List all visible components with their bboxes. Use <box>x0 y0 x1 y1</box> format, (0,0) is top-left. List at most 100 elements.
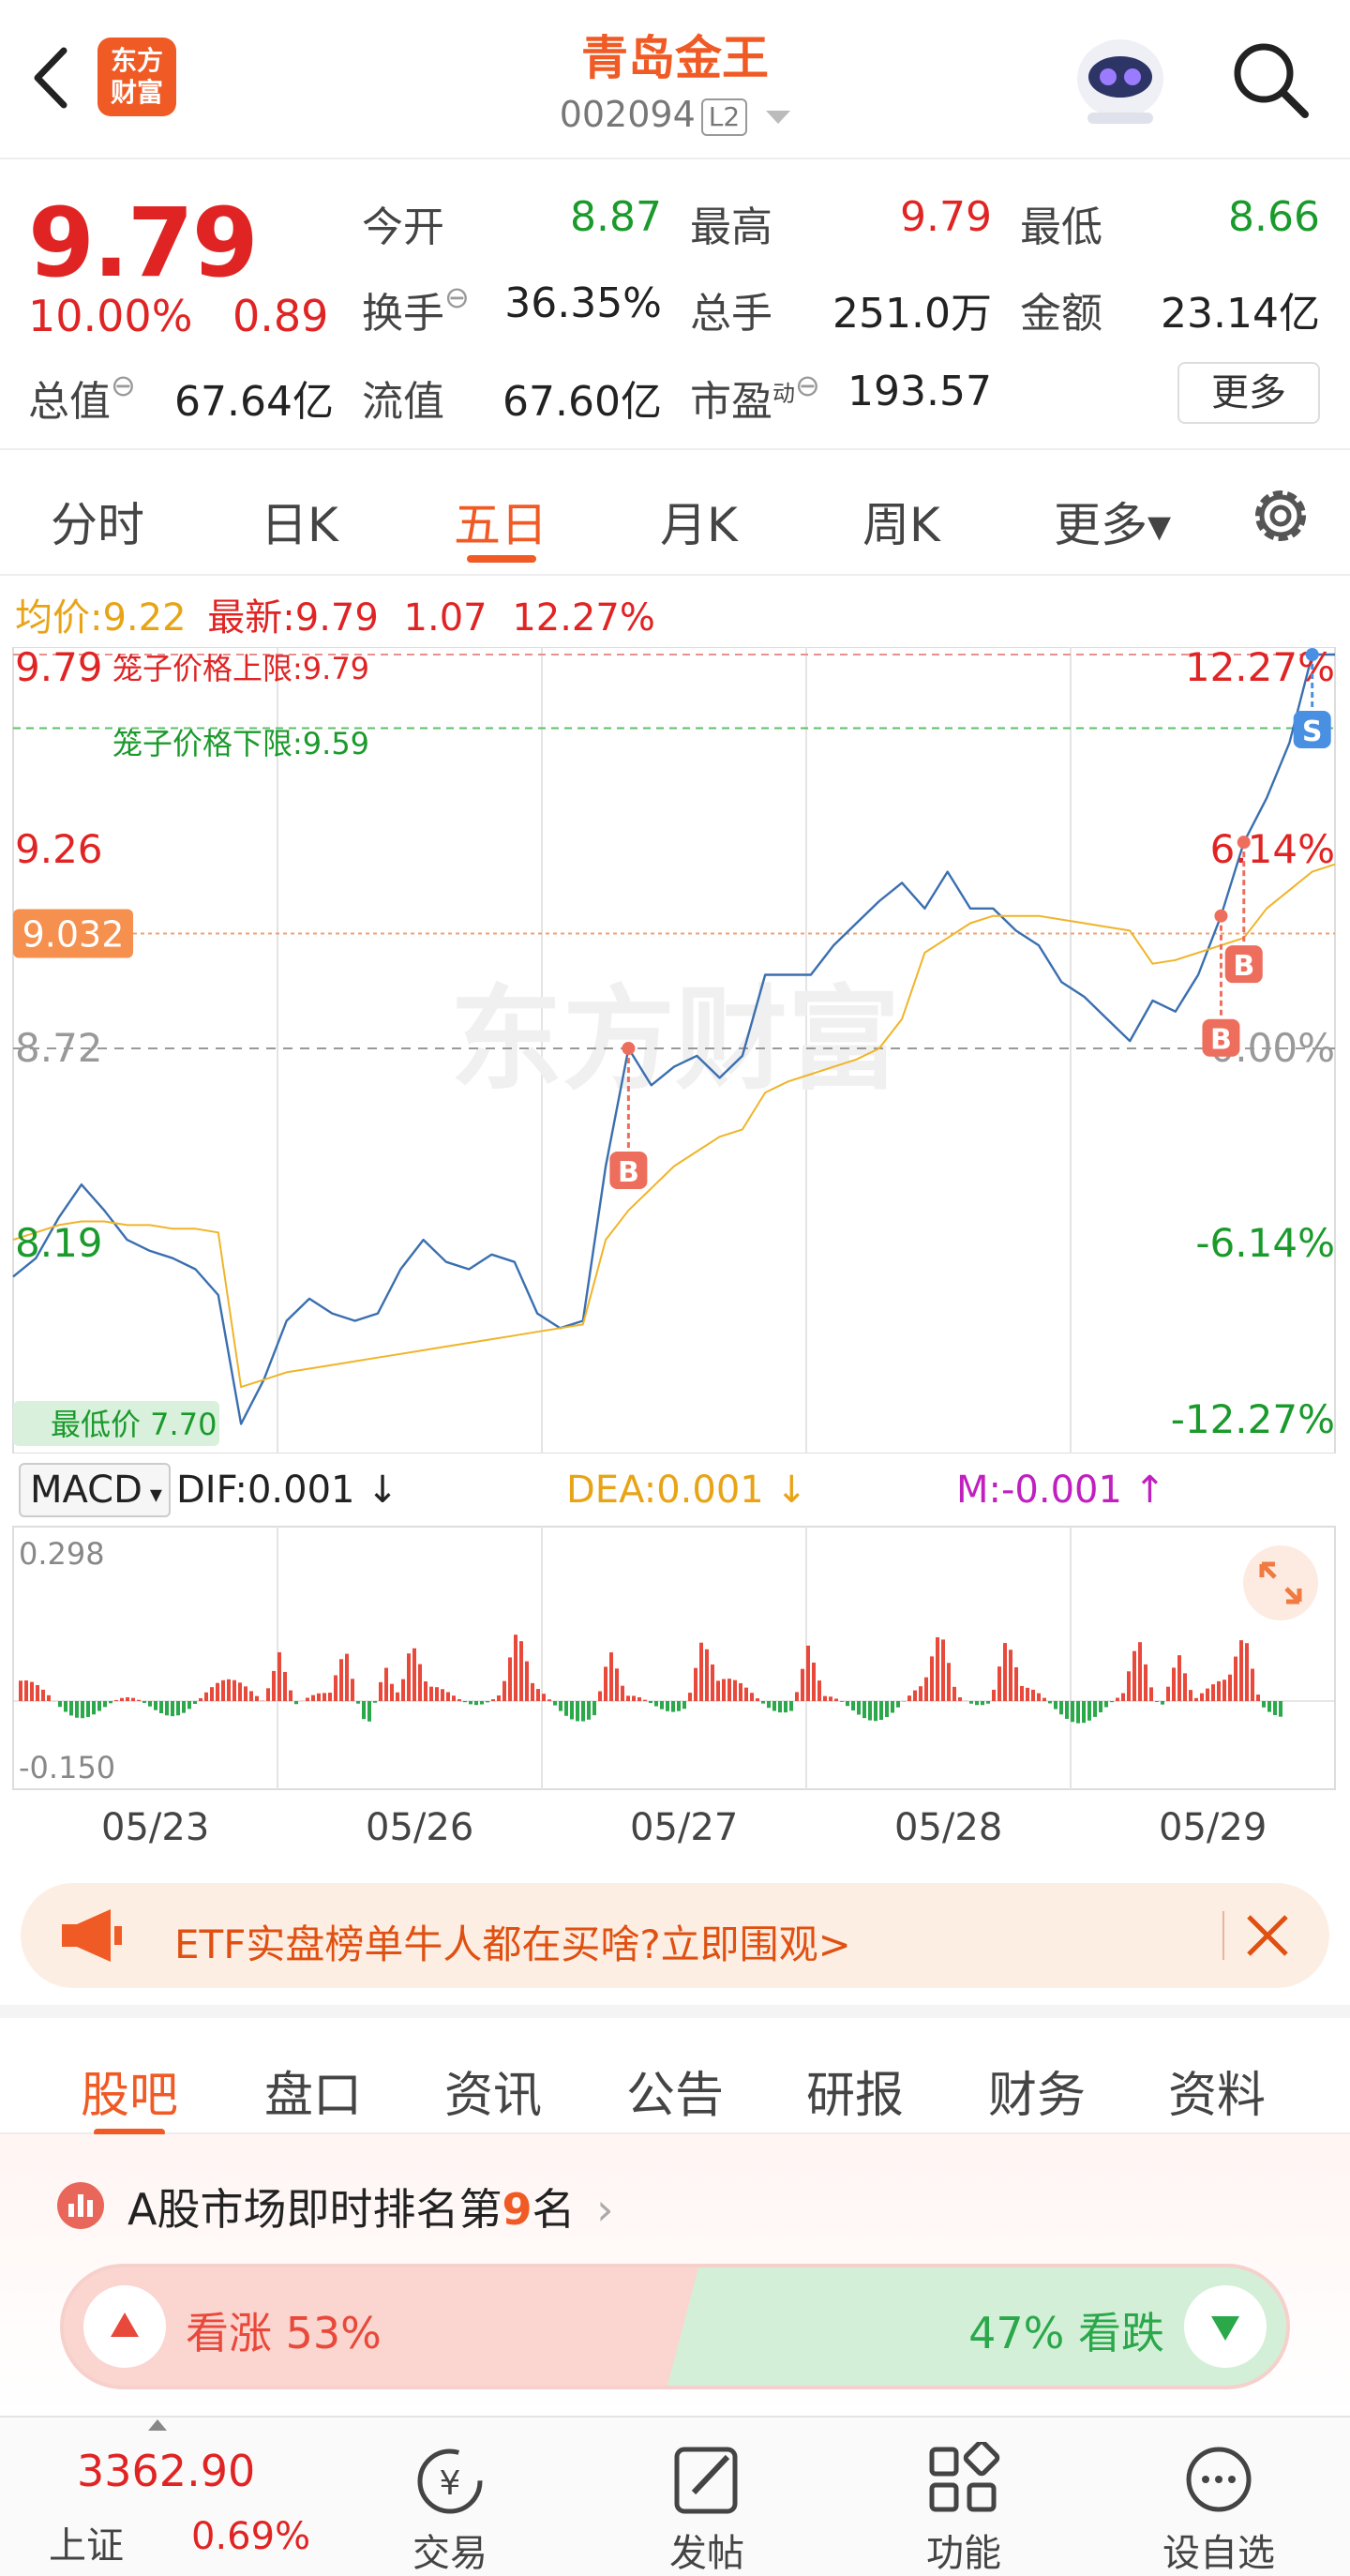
macd-bar-positive <box>412 1648 416 1701</box>
vote-up-area[interactable]: 看涨 53% <box>64 2267 720 2386</box>
five-day-price-chart[interactable]: 东方财富 9.799.268.728.197.6512.27%6.14%0.00… <box>0 647 1350 1454</box>
macd-bar-negative <box>975 1701 979 1706</box>
macd-bar-positive <box>806 1645 810 1701</box>
macd-bar-negative <box>1059 1701 1063 1715</box>
macd-bar-positive <box>221 1680 225 1701</box>
macd-bar-negative <box>981 1701 984 1706</box>
tab-five-day[interactable]: 五日 <box>454 488 548 555</box>
tab-profile[interactable]: 资料 <box>1168 2056 1266 2126</box>
macd-bar-positive <box>1014 1666 1018 1701</box>
tab-daily-k[interactable]: 日K <box>261 488 338 555</box>
nav-add-watchlist[interactable]: 设自选 <box>1125 2418 1312 2576</box>
latest-label: 最新: <box>207 596 295 640</box>
date-label: 05/29 <box>1159 1806 1268 1849</box>
macd-bar-negative <box>879 1701 883 1721</box>
macd-bar-negative <box>474 1701 478 1706</box>
macd-bar-positive <box>924 1677 928 1701</box>
promo-banner[interactable]: ETF实盘榜单牛人都在买啥?立即围观> <box>21 1883 1329 1988</box>
up-arrow-icon: ↑ <box>1133 1469 1166 1512</box>
chart-grid: 东方财富 <box>12 647 1336 1454</box>
macd-bar-positive <box>1166 1686 1170 1701</box>
macd-bar-positive <box>317 1693 321 1701</box>
nav-label: 发帖 <box>669 2532 744 2575</box>
macd-bar-negative <box>142 1701 146 1703</box>
expand-chart-button[interactable] <box>1243 1545 1318 1620</box>
macd-bar-positive <box>1239 1640 1243 1701</box>
stock-code-selector[interactable]: 002094 L2 <box>488 94 862 136</box>
gear-icon[interactable] <box>1241 476 1320 555</box>
macd-bar-positive <box>941 1639 945 1701</box>
macd-bar-positive <box>834 1698 838 1701</box>
macd-bar-positive <box>232 1680 236 1701</box>
vote-down-area[interactable]: 47% 看跌 <box>668 2267 1286 2386</box>
tab-intraday[interactable]: 分时 <box>51 488 144 555</box>
pe-label[interactable]: 市盈动⊖ <box>690 368 820 428</box>
macd-bar-positive <box>756 1698 759 1701</box>
market-rank-link[interactable]: A股市场即时排名第9名 › <box>128 2176 614 2237</box>
tab-finance[interactable]: 财务 <box>988 2056 1086 2126</box>
tab-weekly-k[interactable]: 周K <box>862 488 940 555</box>
macd-bar-positive <box>913 1690 917 1701</box>
change-percent: 10.00% <box>28 291 193 341</box>
nav-trade[interactable]: ¥ 交易 <box>356 2418 544 2576</box>
nav-post[interactable]: 发帖 <box>613 2418 801 2576</box>
mktcap-label[interactable]: 总值⊖ <box>28 368 136 428</box>
dropdown-caret-icon <box>766 110 791 124</box>
trade-marker-label: B <box>618 1156 639 1189</box>
down-arrow-icon: ↓ <box>367 1469 398 1512</box>
macd-m: M:-0.001 ↑ <box>956 1469 1166 1512</box>
back-arrow-icon[interactable] <box>28 45 75 111</box>
nav-label: 功能 <box>926 2532 1001 2575</box>
macd-bar-negative <box>75 1701 79 1718</box>
macd-bar-positive <box>255 1695 259 1701</box>
nav-functions[interactable]: 功能 <box>870 2418 1058 2576</box>
close-icon[interactable] <box>1239 1907 1296 1964</box>
tab-pankou[interactable]: 盘口 <box>264 2056 362 2126</box>
vote-up-label: 看涨 53% <box>186 2308 382 2358</box>
macd-bar-positive <box>1127 1671 1131 1701</box>
macd-bar-negative <box>891 1701 894 1713</box>
macd-bar-positive <box>1116 1697 1119 1701</box>
macd-bar-negative <box>654 1701 658 1707</box>
robot-assistant-icon[interactable] <box>1069 34 1172 128</box>
caret-down-icon: ▾ <box>149 1481 162 1509</box>
tab-guba[interactable]: 股吧 <box>81 2056 178 2126</box>
ticker-caret-icon <box>148 2419 167 2431</box>
turnover-label[interactable]: 换手⊖ <box>362 279 470 339</box>
low-price-tag: 最低价 7.70 <box>51 1407 217 1442</box>
macd-bar-negative <box>159 1701 163 1713</box>
macd-bar-positive <box>750 1693 754 1701</box>
tab-news[interactable]: 资讯 <box>444 2056 542 2126</box>
tab-announcements[interactable]: 公告 <box>626 2056 724 2126</box>
macd-bar-negative <box>81 1701 84 1719</box>
bottom-navigation: 3362.90 上证 0.69% ¥ 交易 发帖 功能 设自选 <box>0 2416 1350 2576</box>
more-quote-button[interactable]: 更多 <box>1178 362 1320 424</box>
tab-more[interactable]: 更多▾ <box>1054 488 1171 555</box>
macd-bar-positive <box>643 1699 647 1701</box>
eastmoney-logo[interactable]: 东方 财富 <box>98 38 176 116</box>
macd-bar-negative <box>784 1701 788 1713</box>
indicator-select[interactable]: MACD ▾ <box>19 1463 171 1517</box>
macd-bar-positive <box>131 1697 135 1701</box>
macd-bar-negative <box>148 1701 152 1707</box>
macd-bar-positive <box>699 1642 703 1701</box>
macd-bar-positive <box>1020 1685 1024 1701</box>
index-ticker[interactable]: 3362.90 上证 0.69% <box>38 2418 310 2576</box>
macd-bar-negative <box>92 1701 96 1715</box>
macd-bar-negative <box>182 1701 186 1713</box>
macd-bar-positive <box>249 1691 253 1701</box>
trade-marker-label: B <box>1233 950 1254 983</box>
triangle-up-icon <box>83 2285 166 2368</box>
macd-bar-negative <box>1048 1701 1052 1704</box>
macd-bar-positive <box>908 1695 911 1701</box>
macd-bar-negative <box>1082 1701 1086 1724</box>
macd-bar-positive <box>688 1693 692 1701</box>
search-icon[interactable] <box>1228 38 1312 122</box>
y-tick-left: 9.79 <box>15 647 103 690</box>
tab-research[interactable]: 研报 <box>806 2056 904 2126</box>
stock-name: 青岛金王 <box>581 31 769 85</box>
nav-label: 交易 <box>412 2532 488 2575</box>
macd-chart[interactable]: 0.298 -0.150 <box>0 1523 1350 1800</box>
macd-bar-positive <box>322 1693 326 1701</box>
tab-monthly-k[interactable]: 月K <box>660 488 738 555</box>
